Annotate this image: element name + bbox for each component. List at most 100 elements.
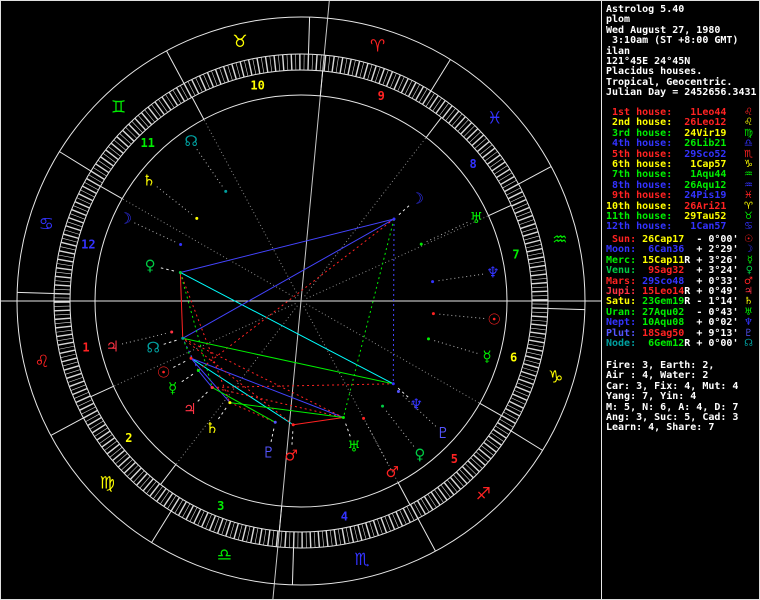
aspect-dot-sun [189, 356, 193, 360]
house-value: 1Can57 [672, 221, 727, 233]
planet-glyph-moon: ☽ [119, 210, 132, 228]
house-cusp-list: 1st house: 1Leo44 ♌ 2nd house: 26Leo12 ♌ 3… [606, 107, 757, 233]
position-dot-mars [362, 416, 366, 420]
planet-glyph-icon: ☊ [744, 337, 753, 349]
natal-wheel-area: ♈ ♉ ♊ ♋ ♌ ♍ ♎ ♏ ♐ ♑ ♒ ♓ 1 2 3 4 5 6 7 8 9 10 11 12 ☉ ☉ ☽ ☽ ☿ ☿ ♀ ♀ ♂ ♂ ♃ ♃ ♄… [1, 1, 601, 599]
pointer-outer-mars [364, 420, 389, 464]
planet-glyph-mars: ♂ [386, 463, 399, 481]
house-label: 4th house: [606, 138, 673, 150]
planet-glyph-merc: ☿ [482, 347, 491, 365]
zodiac-sign-icon-aries: ♈ [370, 36, 385, 56]
planet-label: Venu: [606, 265, 637, 277]
house-division-6 [479, 402, 502, 417]
aspect-line-venu-jupi [179, 272, 213, 388]
planet-row-node: Node: 6Gem12R + 0°00' ☊ [606, 337, 757, 349]
zodiac-sign-icon-aquarius: ♒ [552, 230, 567, 250]
stats-line-3: Yang: 7, Yin: 4 [606, 391, 697, 403]
aspect-line-moon-node [182, 218, 395, 339]
aspect-line-venu-satu [179, 272, 231, 403]
aspect-line-sun-satu [190, 357, 231, 403]
position-dot-satu [195, 216, 199, 220]
aspect-dot-node [181, 336, 185, 340]
planet-label: Jupi: [606, 285, 637, 297]
planet-label: Mars: [606, 275, 637, 287]
natal-wheel-chart: ♈♉♊♋♌♍♎ ♏♐♑♒♓123456789101112☉☉☽☽☿☿♀♀♂♂♃♃♄… [1, 1, 601, 599]
planet-house-glyph-jupi: ♃ [183, 400, 196, 418]
pointer-inner-moon [398, 205, 410, 216]
pointer-outer-sun [436, 313, 485, 319]
planet-value: 6Gem12 [636, 337, 685, 349]
planet-label: Satu: [606, 296, 637, 308]
planet-glyph-satu: ♄ [142, 171, 155, 189]
house-value: 29Tau52 [672, 210, 727, 222]
planet-house-glyph-node: ☊ [147, 339, 160, 357]
planet-house-glyph-plut: ♇ [262, 444, 275, 462]
pointer-inner-uran [344, 422, 351, 437]
house-sign-icon: ♋ [744, 221, 753, 233]
house-division-11 [191, 97, 205, 120]
sign-boundary-2 [166, 50, 185, 84]
planet-glyph-node: ☊ [185, 132, 198, 150]
zodiac-sign-icon-libra: ♎ [217, 546, 232, 566]
house-division-5 [397, 482, 411, 505]
sign-boundary-3 [59, 151, 92, 172]
house-division-10 [319, 70, 324, 96]
position-dot-sun [431, 312, 435, 316]
house-division-3 [160, 464, 177, 485]
house-division-8 [488, 204, 512, 217]
position-dot-moon [179, 243, 183, 247]
position-dot-venu [381, 404, 385, 408]
house-number-5: 5 [451, 452, 458, 466]
planet-position-list: Sun: 26Cap17 - 0°00' ☉ Moon: 6Can36 + 2°29… [606, 234, 757, 349]
planet-house-glyph-satu: ♄ [205, 419, 218, 437]
pointer-outer-venu [383, 408, 415, 447]
element-stats: Fire: 3, Earth: 2, Air : 4, Water: 2 Car: … [606, 360, 738, 434]
astrolog-window: ♈ ♉ ♊ ♋ ♌ ♍ ♎ ♏ ♐ ♑ ♒ ♓ 1 2 3 4 5 6 7 8 9 10 11 12 ☉ ☉ ☽ ☽ ☿ ☿ ♀ ♀ ♂ ♂ ♃ ♃ ♄… [0, 0, 760, 600]
house-label: 2nd house: [606, 117, 673, 129]
zodiac-sign-icon-sagittarius: ♐ [476, 485, 491, 505]
house-cusp-line-3 [175, 305, 298, 465]
house-value: 1Leo44 [672, 107, 727, 118]
pointer-inner-jupi [197, 391, 209, 402]
planet-label: Uran: [606, 306, 637, 318]
house-label: 10th house: [606, 200, 673, 212]
planet-motion: + 9°13' [690, 327, 739, 339]
house-number-2: 2 [125, 431, 132, 445]
pointer-inner-sun [173, 360, 186, 368]
zodiac-sign-icon-cancer: ♋ [39, 214, 54, 234]
house-division-4 [278, 506, 283, 532]
house-value: 26Lib21 [672, 138, 727, 150]
stats-line-6: Learn: 4, Share: 7 [606, 422, 715, 434]
sign-boundary-5 [50, 417, 84, 436]
planet-motion: + 0°49' [690, 285, 739, 297]
planet-glyph-venu: ♀ [414, 445, 425, 463]
pointer-outer-node [196, 149, 225, 190]
meridian-cusp-line-10 [300, 1, 330, 302]
sign-boundary-10 [547, 307, 585, 311]
position-dot-nept [431, 280, 435, 284]
planet-motion: + 3°24' [690, 265, 739, 277]
house-row-12: 12th house: 1Can57 ♋ [606, 221, 757, 233]
planet-glyph-sun: ☉ [487, 310, 500, 328]
aspect-dot-plut [273, 420, 277, 424]
zodiac-sign-icon-scorpio: ♏ [354, 550, 369, 570]
house-number-9: 9 [378, 89, 385, 103]
position-dot-merc [426, 337, 430, 341]
zodiac-sign-icon-pisces: ♓ [487, 109, 502, 129]
aspect-dot-nept [391, 382, 395, 386]
aspect-line-moon-venu [180, 218, 395, 273]
header-line-8: Julian Day = 2452656.3431 [606, 87, 757, 99]
house-value: 26Leo12 [672, 117, 727, 129]
zodiac-sign-icon-taurus: ♉ [232, 32, 247, 52]
house-label: 6th house: [606, 158, 673, 170]
aspect-dot-mars [291, 423, 295, 427]
sign-boundary-9 [510, 430, 543, 451]
house-division-9 [425, 117, 442, 138]
pointer-outer-jupi [121, 332, 169, 345]
aspect-line-jupi-nept [212, 383, 394, 388]
planet-house-glyph-mars: ♂ [285, 447, 298, 465]
house-value: 24Pis19 [672, 190, 727, 202]
aspect-dot-uran [341, 416, 345, 420]
planet-glyph-jupi: ♃ [106, 337, 119, 355]
planet-value: 15Leo14 [636, 285, 685, 297]
